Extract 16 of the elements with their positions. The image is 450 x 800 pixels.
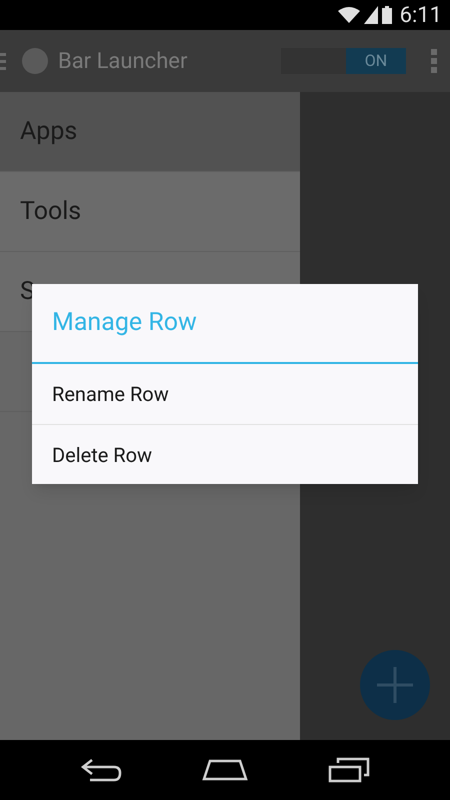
recent-apps-icon[interactable] — [328, 757, 370, 783]
drawer-item[interactable]: Apps — [0, 92, 300, 172]
on-off-toggle[interactable]: ON — [281, 48, 406, 74]
app-icon — [20, 46, 50, 76]
app-title: Bar Launcher — [58, 48, 188, 76]
signal-icon — [364, 6, 378, 24]
dialog-option[interactable]: Rename Row — [32, 364, 418, 424]
drawer-item[interactable]: Tools — [0, 172, 300, 252]
home-icon[interactable] — [202, 759, 248, 781]
wifi-icon — [338, 6, 360, 24]
dialog-option[interactable]: Delete Row — [32, 424, 418, 484]
dialog-title: Manage Row — [52, 307, 197, 340]
back-icon[interactable] — [80, 758, 122, 782]
battery-icon — [382, 6, 392, 24]
status-time: 6:11 — [400, 2, 442, 30]
plus-icon — [377, 667, 413, 703]
